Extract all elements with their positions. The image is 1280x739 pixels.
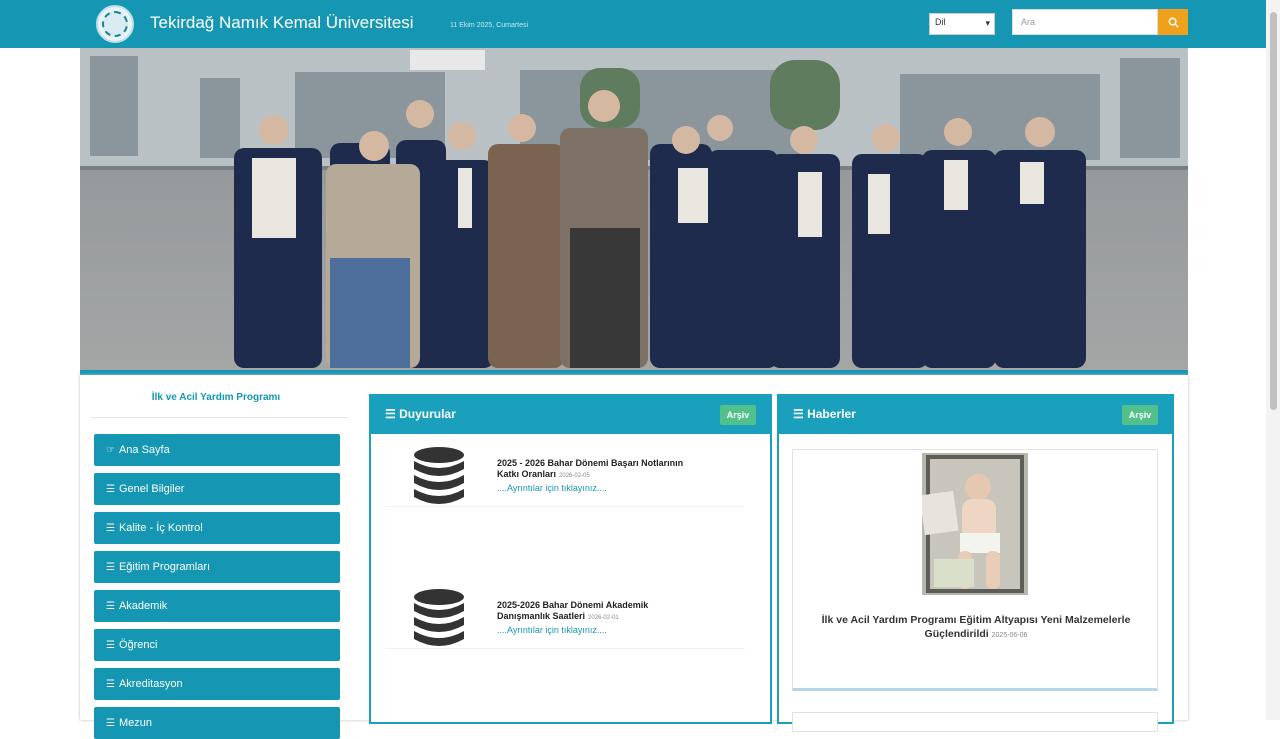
sidebar-item-general-info[interactable]: ☰ Genel Bilgiler: [94, 473, 340, 505]
search-input[interactable]: Ara: [1012, 9, 1158, 35]
sidebar-item-label: Akreditasyon: [118, 678, 183, 690]
hero-photo: [80, 48, 1188, 370]
hero-slider[interactable]: [80, 48, 1188, 370]
divider: [385, 648, 745, 649]
hand-point-icon: ☞: [106, 445, 115, 456]
list-icon: ☰: [793, 407, 808, 421]
language-select-value: Dil: [935, 17, 946, 27]
announcement-date: 2026-02-01: [588, 615, 619, 621]
database-icon: [414, 589, 464, 646]
announcements-archive-button[interactable]: Arşiv: [720, 405, 756, 425]
news-title: Haberler: [807, 407, 856, 421]
search-placeholder: Ara: [1021, 17, 1036, 27]
announcement-title[interactable]: 2025-2026 Bahar Dönemi Akademik Danışman…: [497, 600, 697, 624]
announcement-item[interactable]: 2025-2026 Bahar Dönemi Akademik Danışman…: [371, 586, 770, 666]
news-image[interactable]: [922, 453, 1028, 595]
language-select[interactable]: Dil ▾: [929, 13, 995, 35]
sidebar-item-label: Genel Bilgiler: [118, 483, 185, 495]
announcement-details-link[interactable]: ....Ayrıntılar için tıklayınız....: [497, 625, 607, 635]
page-scrollbar-thumb[interactable]: [1270, 12, 1277, 410]
sidebar-item-education-programs[interactable]: ☰ Eğitim Programları: [94, 551, 340, 583]
announcement-item[interactable]: 2025 - 2026 Bahar Dönemi Başarı Notların…: [371, 444, 770, 524]
list-icon: ☰: [106, 679, 115, 690]
announcements-title: Duyurular: [399, 407, 456, 421]
announcement-date: 2026-02-05: [559, 473, 590, 479]
sidebar-item-alumni[interactable]: ☰ Mezun: [94, 707, 340, 739]
sidebar-item-academic[interactable]: ☰ Akademik: [94, 590, 340, 622]
sidebar-title: İlk ve Acil Yardım Programı: [151, 392, 281, 403]
announcement-title[interactable]: 2025 - 2026 Bahar Dönemi Başarı Notların…: [497, 458, 697, 482]
list-icon: ☰: [106, 523, 115, 534]
list-icon: ☰: [106, 562, 115, 573]
current-date: 11 Ekim 2025, Cumartesi: [450, 22, 529, 29]
list-icon: ☰: [385, 407, 400, 421]
sidebar-item-label: Mezun: [118, 717, 152, 729]
logo-emblem-icon: [102, 11, 128, 37]
sidebar-item-label: Akademik: [118, 600, 168, 612]
sidebar-item-label: Kalite - İç Kontrol: [118, 522, 203, 534]
sidebar-item-quality-control[interactable]: ☰ Kalite - İç Kontrol: [94, 512, 340, 544]
university-logo[interactable]: [96, 5, 134, 43]
news-item-date: 2025-06-06: [991, 632, 1028, 639]
search-button[interactable]: [1158, 9, 1188, 35]
sidebar-divider: [90, 417, 348, 418]
database-icon: [414, 447, 464, 504]
sidebar-item-label: Ana Sayfa: [118, 444, 170, 456]
list-icon: ☰: [106, 601, 115, 612]
announcement-details-link[interactable]: ....Ayrıntılar için tıklayınız....: [497, 483, 607, 493]
list-icon: ☰: [106, 640, 115, 651]
announcements-panel: ☰ Duyurular Arşiv 2025 - 2026 Bahar Döne…: [369, 394, 772, 724]
search-icon: [1168, 17, 1179, 28]
divider: [385, 506, 745, 507]
list-icon: ☰: [106, 484, 115, 495]
news-archive-button[interactable]: Arşiv: [1122, 405, 1158, 425]
news-card[interactable]: [792, 712, 1158, 732]
sidebar-item-label: Öğrenci: [118, 639, 158, 651]
sidebar-item-student[interactable]: ☰ Öğrenci: [94, 629, 340, 661]
sidebar-item-label: Eğitim Programları: [118, 561, 211, 573]
chevron-down-icon: ▾: [985, 18, 990, 28]
news-item-title[interactable]: İlk ve Acil Yardım Programı Eğitim Altya…: [812, 613, 1140, 643]
site-title[interactable]: Tekirdağ Namık Kemal Üniversitesi: [150, 13, 414, 33]
announcements-header: ☰ Duyurular Arşiv: [371, 394, 770, 434]
news-header: ☰ Haberler Arşiv: [779, 394, 1172, 434]
training-mannequin-photo: [922, 453, 1028, 595]
sidebar-item-accreditation[interactable]: ☰ Akreditasyon: [94, 668, 340, 700]
sidebar-item-home[interactable]: ☞ Ana Sayfa: [94, 434, 340, 466]
